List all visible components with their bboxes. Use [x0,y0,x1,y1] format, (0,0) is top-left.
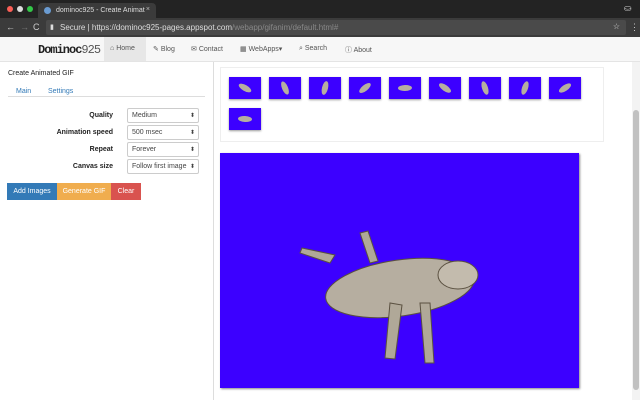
site-navbar: Dominoc925 ⌂ Home ✎ Blog ✉ Contact ▦ Web… [0,37,640,62]
url-path: /webapp/gifanim/default.html# [231,23,339,32]
quality-select[interactable]: Medium [127,108,199,123]
panel-tabs: Main Settings [8,82,205,97]
grid-icon: ▦ [240,46,247,53]
envelope-icon: ✉ [191,46,197,53]
cat-image [299,230,479,364]
add-images-button[interactable]: Add Images [7,183,57,200]
generate-gif-button[interactable]: Generate GIF [57,183,111,200]
tab-settings[interactable]: Settings [48,88,73,95]
preview-area [213,62,640,400]
url-host: https://dominoc925-pages.appspot.com [91,23,232,32]
frame-thumbnail[interactable] [309,77,341,99]
frame-thumbnail[interactable] [229,77,261,99]
speed-row: Animation speed 500 msec [0,125,205,141]
nav-contact[interactable]: ✉ Contact [191,45,235,53]
lock-icon: ▮ [50,24,54,31]
repeat-select[interactable]: Forever [127,142,199,157]
frame-thumbnail[interactable] [229,108,261,130]
repeat-label: Repeat [89,146,113,153]
canvas-size-label: Canvas size [72,163,113,170]
frame-thumbnail[interactable] [509,77,541,99]
frame-thumbnail[interactable] [469,77,501,99]
speed-select[interactable]: 500 msec [127,125,199,140]
search-icon: ⌕ [299,45,303,52]
quality-label: Quality [89,112,113,119]
favicon-icon [44,7,51,14]
browser-tab-bar: dominoc925 - Create Animat × ⛀ [0,0,640,18]
reload-icon[interactable]: C [33,21,45,33]
speed-label: Animation speed [56,129,113,136]
frame-thumbnail[interactable] [389,77,421,99]
tab-main[interactable]: Main [16,88,31,95]
frame-thumbnails [220,67,604,142]
url-input[interactable]: ▮ Secure | https://dominoc925-pages.appsp… [46,20,626,35]
forward-icon[interactable]: → [20,21,32,33]
nav-blog[interactable]: ✎ Blog [153,45,187,53]
browser-tab[interactable]: dominoc925 - Create Animat × [38,3,156,18]
address-bar: ← → C ▮ Secure | https://dominoc925-pages… [0,18,640,37]
scrollbar[interactable] [632,62,640,400]
settings-panel: Create Animated GIF Main Settings Qualit… [0,62,205,202]
pencil-icon: ✎ [153,46,159,53]
repeat-row: Repeat Forever [0,142,205,158]
nav-webapps[interactable]: ▦ WebApps▾ [240,45,294,53]
close-tab-icon[interactable]: × [146,6,150,13]
site-logo[interactable]: Dominoc925 [38,43,101,57]
tab-title: dominoc925 - Create Animat [56,7,145,14]
info-icon: ⓘ [345,47,352,54]
nav-about[interactable]: ⓘ About [345,45,385,55]
home-icon: ⌂ [110,45,115,52]
frame-thumbnail[interactable] [349,77,381,99]
quality-row: Quality Medium [0,108,205,124]
menu-icon[interactable]: ⋮ [630,21,639,33]
nav-home[interactable]: ⌂ Home [104,37,146,61]
gif-canvas [220,153,579,388]
panel-title: Create Animated GIF [8,70,74,77]
scrollbar-thumb[interactable] [633,110,639,390]
incognito-icon: ⛀ [624,3,632,13]
frame-thumbnail[interactable] [429,77,461,99]
close-window-icon[interactable] [7,6,13,12]
canvas-size-select[interactable]: Follow first image [127,159,199,174]
maximize-window-icon[interactable] [27,6,33,12]
canvas-size-row: Canvas size Follow first image [0,159,205,175]
back-icon[interactable]: ← [6,21,18,33]
nav-search[interactable]: ⌕ Search [299,45,341,53]
frame-thumbnail[interactable] [549,77,581,99]
bookmark-star-icon[interactable]: ☆ [613,22,620,31]
minimize-window-icon[interactable] [17,6,23,12]
secure-label: Secure [60,23,86,32]
frame-thumbnail[interactable] [269,77,301,99]
clear-button[interactable]: Clear [111,183,141,200]
